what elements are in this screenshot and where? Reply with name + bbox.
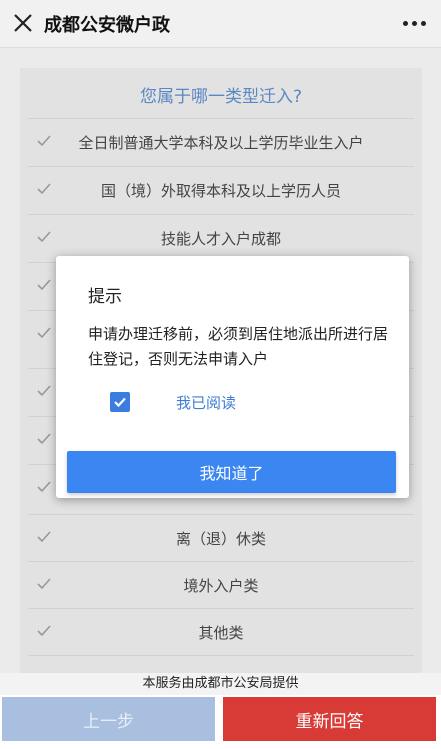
more-icon[interactable] [399, 8, 429, 38]
read-checkbox-label[interactable]: 我已阅读 [176, 392, 236, 413]
check-icon [37, 433, 51, 445]
option-label: 全日制普通大学本科及以上学历毕业生入户 [78, 133, 364, 152]
option-item[interactable]: 其他类 [28, 608, 414, 655]
option-label: 技能人才入户成都 [160, 229, 281, 248]
check-icon [37, 578, 51, 590]
bottom-action-bar: 上一步 重新回答 [0, 695, 441, 749]
option-item[interactable]: 境外入户类 [28, 561, 414, 608]
read-checkbox[interactable] [110, 392, 130, 412]
title-bar: 成都公安微户政 [0, 0, 441, 48]
option-item[interactable] [28, 655, 414, 673]
check-icon [37, 385, 51, 397]
check-icon [37, 481, 51, 493]
option-label: 境外入户类 [183, 576, 259, 595]
option-label: 其他类 [198, 623, 244, 642]
service-provider-note: 本服务由成都市公安局提供 [0, 673, 441, 695]
option-item[interactable]: 技能人才入户成都 [28, 214, 414, 261]
previous-step-button[interactable]: 上一步 [2, 697, 215, 741]
dialog-title: 提示 [88, 287, 122, 307]
check-icon [37, 183, 51, 195]
question-title: 您属于哪一类型迁入? [139, 87, 303, 107]
option-label: 国（境）外取得本科及以上学历人员 [100, 181, 341, 200]
checkmark-icon [114, 397, 126, 408]
option-item[interactable]: 离（退）休类 [28, 514, 414, 561]
check-icon [37, 135, 51, 147]
check-icon [37, 279, 51, 291]
notice-dialog: 提示 申请办理迁移前，必须到居住地派出所进行居住登记，否则无法申请入户 我已阅读… [56, 256, 409, 498]
check-icon [37, 625, 51, 637]
dialog-message: 申请办理迁移前，必须到居住地派出所进行居住登记，否则无法申请入户 [88, 325, 389, 368]
reset-answers-button[interactable]: 重新回答 [223, 697, 436, 741]
acknowledge-button[interactable]: 我知道了 [67, 451, 396, 493]
option-label: 离（退）休类 [175, 529, 266, 548]
close-icon[interactable] [10, 10, 36, 36]
check-icon [37, 231, 51, 243]
window-title: 成都公安微户政 [44, 15, 170, 36]
option-item[interactable]: 全日制普通大学本科及以上学历毕业生入户 [28, 118, 414, 165]
check-icon [37, 531, 51, 543]
option-item[interactable]: 国（境）外取得本科及以上学历人员 [28, 166, 414, 213]
read-checkbox-row[interactable]: 我已阅读 [110, 390, 236, 414]
check-icon [37, 327, 51, 339]
